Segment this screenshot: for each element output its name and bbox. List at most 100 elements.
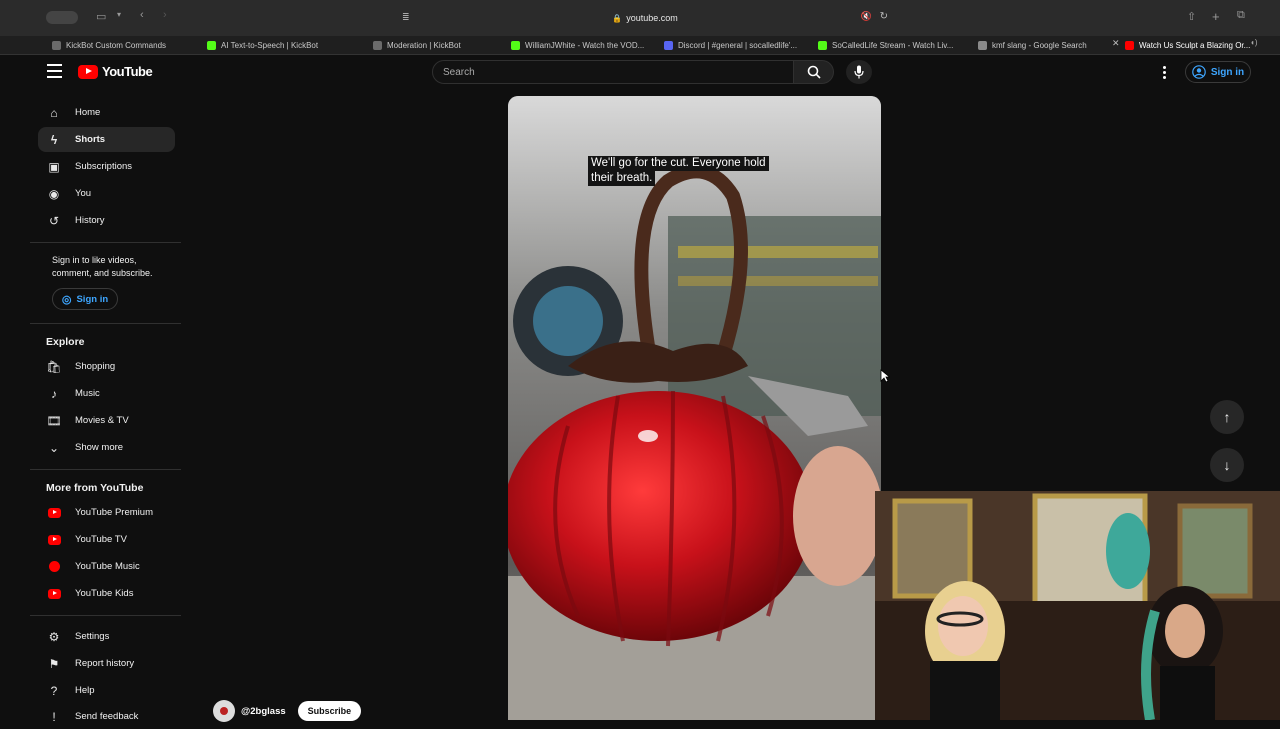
sidebar-item-history[interactable]: ↺ History [38, 208, 175, 233]
tab[interactable]: WilliamJWhite - Watch the VOD... [511, 36, 656, 54]
channel-row: @2bglass Subscribe [213, 700, 362, 722]
webcam-frame [875, 491, 1280, 720]
sidebar-toggle-icon[interactable]: ▭ [96, 10, 106, 23]
tab-favicon [511, 40, 520, 50]
forward-icon[interactable]: › [163, 9, 167, 21]
home-icon: ⌂ [50, 105, 58, 120]
divider [30, 323, 181, 324]
sidebar-item-label: Movies & TV [75, 415, 129, 426]
sidebar-item-music[interactable]: ♪ Music [38, 381, 175, 406]
sidebar-item-label: YouTube Premium [75, 507, 153, 518]
tab-favicon [978, 40, 987, 50]
new-tab-icon[interactable]: + [1212, 9, 1220, 24]
browser-toolbar: ▭ ▾ ‹ › ≣ 🔒 youtube.com 🔇 ↻ ⇧ + ⧉ [0, 0, 1280, 36]
sign-in-label: Sign in [76, 293, 109, 305]
sidebar-item-label: Help [75, 685, 95, 696]
sidebar-item-you[interactable]: ◉ You [38, 181, 175, 206]
menu-icon[interactable] [47, 64, 62, 78]
sidebar-item-label: Home [75, 107, 101, 118]
sidebar-item-shopping[interactable]: 🛍 Shopping [38, 354, 175, 379]
sidebar-item-youtube-premium[interactable]: YouTube Premium [38, 500, 175, 525]
sidebar-item-label: Settings [75, 631, 110, 642]
previous-short-button[interactable]: ↑ [1210, 400, 1244, 434]
tab-strip: KickBot Custom Commands AI Text-to-Speec… [0, 36, 1280, 55]
shopping-bag-icon: 🛍 [46, 359, 62, 374]
sidebar-item-home[interactable]: ⌂ Home [38, 100, 175, 125]
youtube-logo-icon [78, 64, 98, 79]
reload-icon[interactable]: ↻ [880, 11, 888, 22]
reader-icon: ≣ [402, 12, 410, 22]
search-icon [807, 65, 821, 79]
mouse-cursor-icon [880, 369, 890, 383]
sidebar-item-settings[interactable]: ⚙ Settings [38, 624, 175, 649]
sidebar-item-label: Send feedback [75, 711, 139, 722]
arrow-down-icon: ↓ [1223, 457, 1231, 473]
chevron-down-icon[interactable]: ▾ [117, 10, 121, 19]
tab-favicon [207, 40, 216, 50]
music-note-icon: ♪ [51, 386, 57, 401]
subscriptions-icon: ▣ [48, 159, 60, 174]
more-from-youtube-title: More from YouTube [46, 482, 144, 494]
back-icon[interactable]: ‹ [140, 9, 144, 21]
sidebar-item-label: Report history [75, 658, 135, 669]
search-button[interactable] [794, 60, 834, 84]
youtube-premium-icon [47, 506, 61, 520]
search-input[interactable]: Search [432, 60, 794, 84]
sidebar-item-label: YouTube Kids [75, 588, 134, 599]
youtube-tv-icon [47, 533, 61, 547]
caption-line-1: We'll go for the cut. Everyone hold [588, 156, 769, 171]
tab[interactable]: Moderation | KickBot [373, 36, 503, 54]
sidebar-item-youtube-tv[interactable]: YouTube TV [38, 527, 175, 552]
sidebar-item-subscriptions[interactable]: ▣ Subscriptions [38, 154, 175, 179]
tab-label: kmf slang - Google Search [992, 40, 1087, 50]
audio-playing-icon[interactable]: 🔇 [861, 11, 872, 22]
address-bar[interactable]: ≣ 🔒 youtube.com 🔇 ↻ [400, 9, 890, 27]
tab[interactable]: KickBot Custom Commands [52, 36, 202, 54]
tab[interactable]: SoCalledLife Stream - Watch Liv... [818, 36, 968, 54]
chevron-down-icon: ⌄ [48, 440, 60, 455]
tab-favicon [373, 40, 382, 50]
tab-active[interactable]: Watch Us Sculpt a Blazing Or... [1125, 36, 1260, 54]
more-options-icon[interactable] [1163, 66, 1167, 79]
tab-favicon [818, 40, 827, 50]
tab[interactable]: Discord | #general | socalledlife'... [664, 36, 809, 54]
sidebar-item-show-more[interactable]: ⌄ Show more [38, 435, 175, 460]
sidebar-item-label: Show more [75, 442, 124, 453]
sidebar-item-youtube-music[interactable]: YouTube Music [38, 554, 175, 579]
sidebar-item-movies-tv[interactable]: 🎞 Movies & TV [38, 408, 175, 433]
sign-in-label: Sign in [1210, 66, 1245, 78]
explore-title: Explore [46, 336, 85, 348]
share-icon[interactable]: ⇧ [1187, 10, 1196, 23]
tab-favicon [52, 40, 61, 50]
youtube-kids-icon [47, 587, 61, 601]
help-icon: ? [50, 683, 58, 698]
close-tab-icon[interactable]: ✕ [1112, 38, 1120, 49]
account-icon: ◎ [61, 293, 72, 306]
account-icon [1192, 65, 1206, 79]
sidebar-sign-in-button[interactable]: ◎ Sign in [52, 288, 118, 310]
sidebar-item-youtube-kids[interactable]: YouTube Kids [38, 581, 175, 606]
sidebar-item-help[interactable]: ? Help [38, 678, 175, 703]
channel-name[interactable]: @2bglass [241, 706, 286, 717]
youtube-logo[interactable]: YouTube [78, 64, 153, 79]
feedback-icon: ! [52, 709, 56, 724]
sidebar-item-shorts[interactable]: ϟ Shorts [38, 127, 175, 152]
sign-in-button[interactable]: Sign in [1185, 61, 1251, 83]
tab-overview-icon[interactable]: ⧉ [1237, 9, 1245, 22]
tab[interactable]: AI Text-to-Speech | KickBot [207, 36, 357, 54]
voice-search-button[interactable] [846, 60, 872, 84]
tab-label: SoCalledLife Stream - Watch Liv... [832, 40, 954, 50]
tab-label: AI Text-to-Speech | KickBot [221, 40, 319, 50]
subscribe-button[interactable]: Subscribe [297, 701, 362, 721]
shorts-video-player[interactable]: We'll go for the cut. Everyone hold thei… [508, 96, 881, 720]
logo-text: YouTube [102, 64, 153, 79]
divider [30, 242, 181, 243]
traffic-lights[interactable] [46, 11, 78, 24]
channel-avatar[interactable] [213, 700, 235, 722]
audio-icon[interactable]: ◖) [1250, 38, 1258, 47]
next-short-button[interactable]: ↓ [1210, 448, 1244, 482]
tab[interactable]: kmf slang - Google Search [978, 36, 1098, 54]
sidebar-item-report-history[interactable]: ⚑ Report history [38, 651, 175, 676]
sidebar-item-send-feedback[interactable]: ! Send feedback [38, 704, 175, 729]
lock-icon: 🔒 [612, 13, 623, 23]
